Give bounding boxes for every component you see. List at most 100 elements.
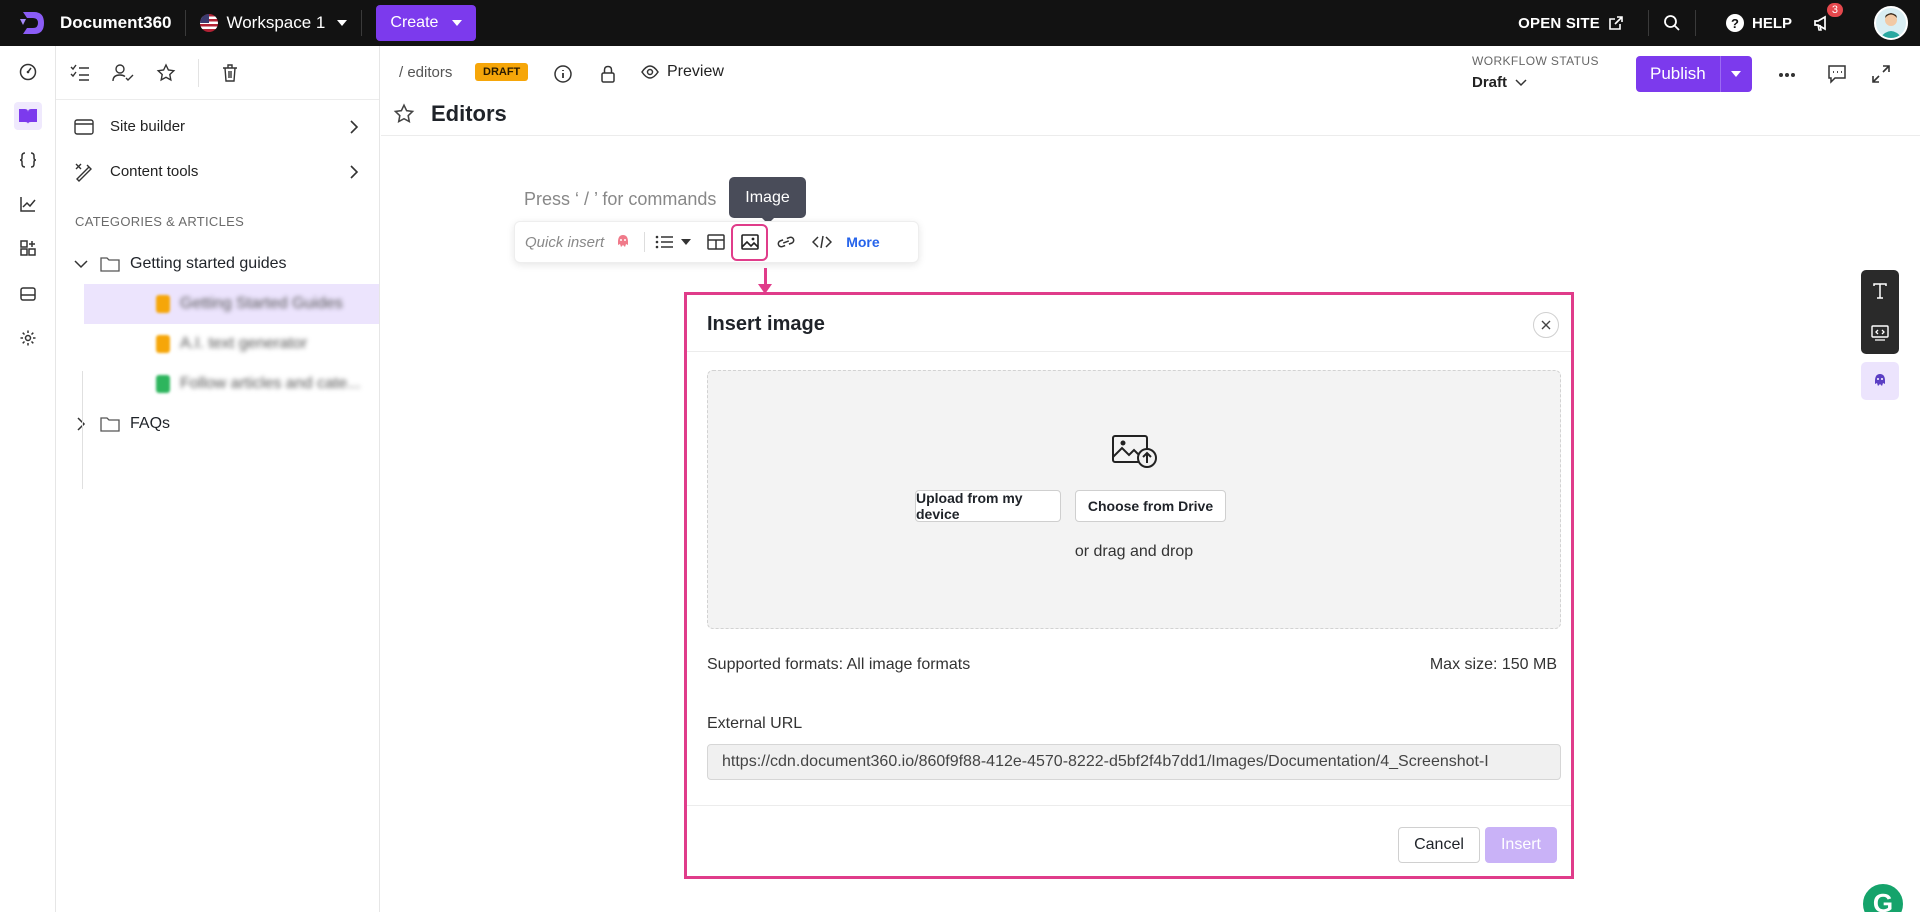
info-icon[interactable] [551,62,575,86]
article-status-icon [156,335,170,353]
close-button[interactable] [1533,312,1559,338]
ai-eddy-icon[interactable] [614,228,632,256]
tools-icon [75,163,92,182]
documentation-icon[interactable] [14,102,42,130]
choose-from-drive-button[interactable]: Choose from Drive [1075,490,1226,522]
sidebar-item-site-builder[interactable]: Site builder [56,104,379,149]
divider [198,58,199,87]
lock-icon[interactable] [596,62,620,86]
trash-icon[interactable] [221,63,239,83]
document360-logo-icon[interactable] [18,9,46,37]
comment-icon[interactable] [1827,64,1847,84]
embed-icon[interactable] [1861,312,1899,354]
more-button[interactable]: More [846,234,879,250]
dashboard-icon[interactable] [14,58,42,86]
list-dropdown-icon[interactable] [681,228,692,256]
editor-side-tools [1861,270,1899,354]
workflow-status[interactable]: WORKFLOW STATUS Draft [1472,54,1599,91]
chevron-down-icon [1731,71,1742,77]
integrations-icon[interactable] [14,234,42,262]
open-site-label: OPEN SITE [1518,14,1600,32]
folder-icon [100,417,120,432]
eye-icon [641,65,659,79]
article-status-icon [156,375,170,393]
image-drop-zone[interactable]: Upload from my device Choose from Drive … [707,370,1561,629]
preview-label: Preview [667,63,724,80]
question-icon: ? [1725,14,1744,32]
insert-button[interactable]: Insert [1485,827,1557,863]
folder-faqs[interactable]: FAQs [56,404,379,444]
user-avatar-icon [1880,13,1902,38]
drag-drop-hint: or drag and drop [1074,543,1194,560]
star-icon[interactable] [393,103,415,125]
top-bar: Document360 Workspace 1 Create OPEN SITE… [0,0,1920,46]
editor-placeholder[interactable]: Press ‘ / ’ for commands [524,189,716,210]
more-options-icon[interactable] [1778,72,1796,78]
chevron-right-icon [77,417,86,431]
code-icon[interactable] [812,228,833,256]
tree-article-2[interactable]: A.I. text generator [84,324,379,364]
browser-window-icon [74,118,94,135]
image-tooltip: Image [729,177,806,224]
link-icon[interactable] [776,228,796,256]
settings-gear-icon[interactable] [14,324,42,352]
external-url-input[interactable]: https://cdn.document360.io/860f9f88-412e… [707,744,1561,780]
insert-image-dialog: Insert image Upload from my device Choos… [684,292,1574,879]
sidebar-item-label: Site builder [110,118,186,135]
ai-assistant-button[interactable] [1861,362,1899,400]
divider [1694,10,1696,36]
insert-image-button[interactable] [731,223,769,261]
analytics-icon[interactable] [14,190,42,218]
preview-button[interactable]: Preview [641,63,724,81]
expand-icon[interactable] [1871,64,1891,84]
tree-article-1[interactable]: Getting Started Guides [84,284,379,324]
star-icon[interactable] [156,62,176,83]
folder-getting-started[interactable]: Getting started guides [56,244,379,284]
article-label: Getting Started Guides [180,295,343,312]
folder-label: Getting started guides [130,255,287,272]
widgets-icon[interactable] [14,280,42,308]
chevron-down-icon [337,20,348,26]
sidebar-item-label: Content tools [110,163,199,180]
status-badge: DRAFT [475,63,529,81]
quick-insert-toolbar: Quick insert More [514,221,919,263]
divider [644,232,646,252]
external-url-label: External URL [707,715,803,732]
table-icon[interactable] [707,228,725,256]
divider [1647,10,1649,36]
brand-name[interactable]: Document360 [60,13,171,33]
sidebar-item-content-tools[interactable]: Content tools [56,149,379,194]
eddy-bot-icon [1875,374,1885,386]
checklist-icon[interactable] [70,64,90,82]
publish-button[interactable]: Publish [1636,56,1720,92]
open-site-link[interactable]: OPEN SITE [1518,15,1624,32]
publish-dropdown-button[interactable] [1719,56,1752,92]
title-row: Editors [393,101,507,127]
external-link-icon [1609,16,1623,30]
announcements-button[interactable]: 3 [1810,3,1843,35]
workflow-status-value[interactable]: Draft [1472,74,1599,91]
avatar[interactable] [1874,6,1908,40]
help-button[interactable]: ? HELP [1725,14,1792,32]
workspace-selector[interactable]: Workspace 1 [200,13,348,33]
left-rail [0,46,56,912]
text-format-icon[interactable] [1861,270,1899,312]
cancel-button[interactable]: Cancel [1398,827,1480,863]
bulleted-list-icon[interactable] [655,228,674,256]
create-button[interactable]: Create [376,5,477,41]
quick-insert-label: Quick insert [525,233,605,251]
user-check-icon[interactable] [112,63,134,82]
create-label: Create [390,14,439,31]
publish-split-button: Publish [1636,56,1752,92]
workflow-status-label: WORKFLOW STATUS [1472,54,1599,68]
top-right-actions: OPEN SITE ? HELP 3 [1518,0,1920,46]
api-docs-icon[interactable] [14,146,42,174]
breadcrumb[interactable]: / editors [399,64,452,81]
upload-from-device-button[interactable]: Upload from my device [915,490,1061,522]
page-title[interactable]: Editors [431,101,507,127]
chevron-down-icon [452,20,463,26]
tree-article-3[interactable]: Follow articles and cate... [84,364,379,404]
divider [381,135,1920,136]
search-icon[interactable] [1663,14,1681,32]
chevron-down-icon [1515,78,1527,86]
